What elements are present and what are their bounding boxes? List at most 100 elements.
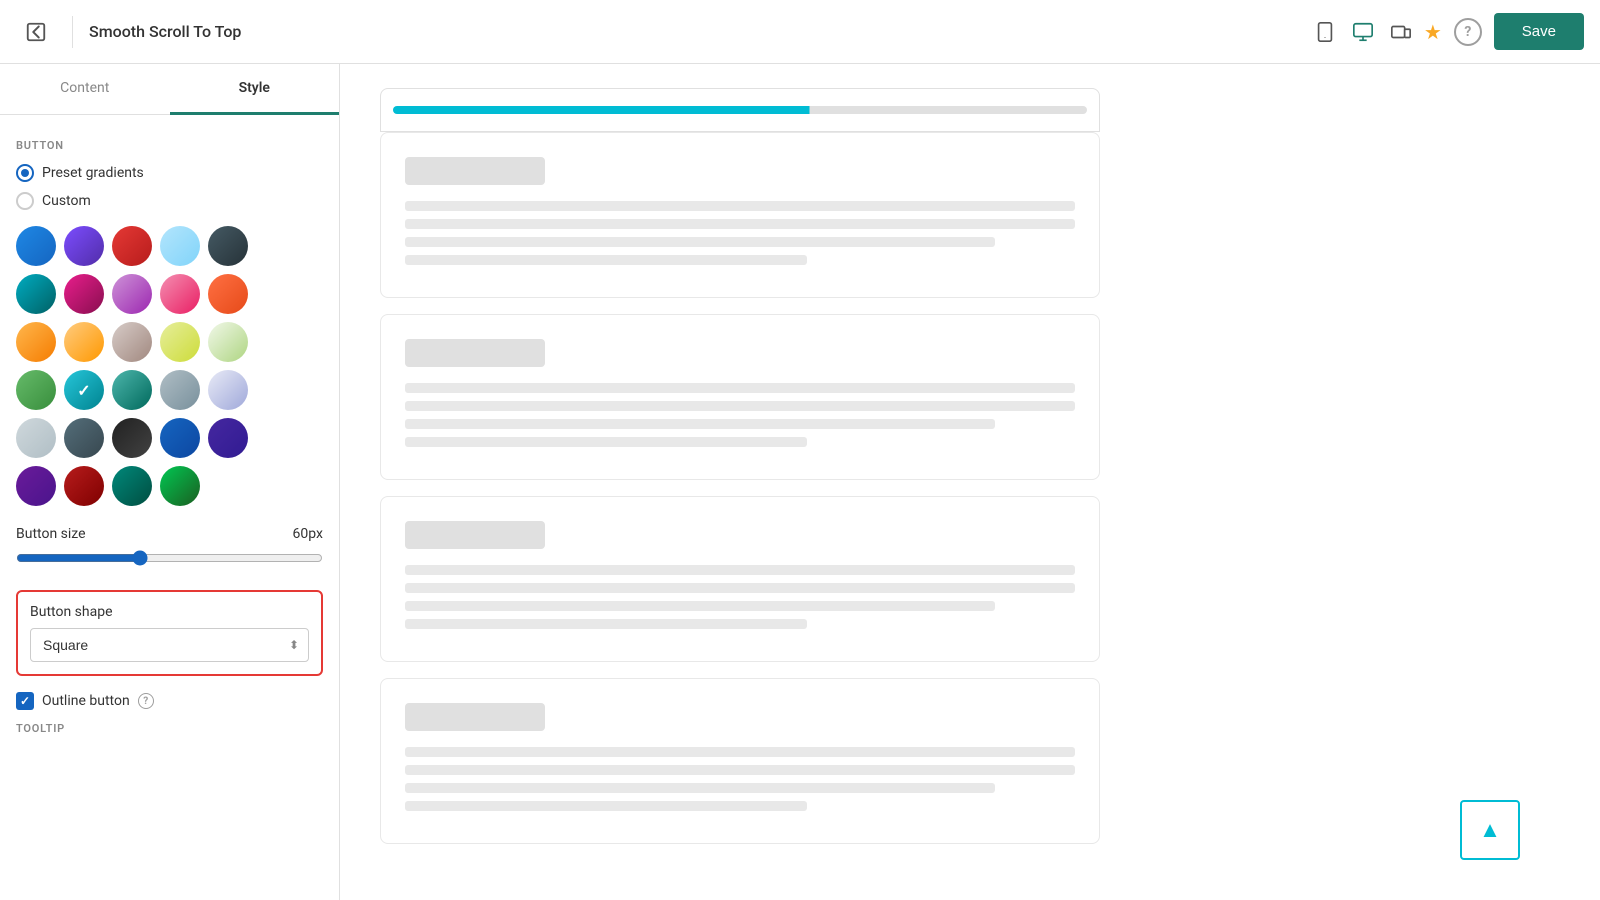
save-button[interactable]: Save [1494,13,1584,50]
button-shape-select-wrapper: Square Rounded Circle ⬍ [30,628,309,662]
color-swatch-20[interactable] [208,370,248,410]
button-shape-label: Button shape [30,604,309,620]
skeleton-line-2-1 [405,583,1075,593]
skeleton-line-1-0 [405,383,1075,393]
back-button[interactable] [16,12,56,52]
color-swatch-2[interactable] [64,226,104,266]
topbar: Smooth Scroll To Top ★ ? Save [0,0,1600,64]
color-swatch-16[interactable] [16,370,56,410]
topbar-right-actions: ★ ? Save [1424,13,1584,50]
color-swatch-9[interactable] [160,274,200,314]
help-icon[interactable]: ? [1454,18,1482,46]
color-swatch-17[interactable] [64,370,104,410]
color-swatch-7[interactable] [64,274,104,314]
color-swatch-18[interactable] [112,370,152,410]
radio-preset-label: Preset gradients [42,165,144,181]
skeleton-title-0 [405,157,545,185]
color-swatch-23[interactable] [112,418,152,458]
skeleton-line-3-2 [405,783,995,793]
button-size-slider[interactable] [16,550,323,566]
color-swatch-19[interactable] [160,370,200,410]
color-swatch-10[interactable] [208,274,248,314]
color-swatch-6[interactable] [16,274,56,314]
skeleton-line-2-0 [405,565,1075,575]
sidebar: Content Style BUTTON Preset gradients Cu… [0,64,340,900]
skeleton-line-0-2 [405,237,995,247]
button-shape-section: Button shape Square Rounded Circle ⬍ [16,590,323,676]
outline-button-info-icon[interactable]: ? [138,693,154,709]
device-toggle-group [1314,21,1412,43]
main-preview: ▲ [340,64,1600,900]
skeleton-line-0-3 [405,255,807,265]
skeleton-line-1-1 [405,401,1075,411]
color-swatch-grid [16,226,323,506]
skeleton-title-1 [405,339,545,367]
radio-preset-indicator [16,164,34,182]
radio-custom[interactable]: Custom [16,192,323,210]
button-size-label: Button size [16,526,86,542]
color-swatch-11[interactable] [16,322,56,362]
tab-content[interactable]: Content [0,64,170,115]
color-swatch-21[interactable] [16,418,56,458]
skeleton-line-2-3 [405,619,807,629]
star-icon[interactable]: ★ [1424,20,1442,44]
outline-button-checkbox[interactable] [16,692,34,710]
skeleton-line-3-0 [405,747,1075,757]
preview-progress-bar [393,106,1087,114]
color-swatch-25[interactable] [208,418,248,458]
skeleton-title-2 [405,521,545,549]
skeleton-line-0-0 [405,201,1075,211]
preview-wrapper [380,88,1560,860]
color-swatch-5[interactable] [208,226,248,266]
tab-style[interactable]: Style [170,64,340,115]
skeleton-line-3-1 [405,765,1075,775]
color-swatch-14[interactable] [160,322,200,362]
skeleton-line-1-3 [405,437,807,447]
color-swatch-26[interactable] [16,466,56,506]
button-size-value: 60px [293,526,323,542]
main-layout: Content Style BUTTON Preset gradients Cu… [0,64,1600,900]
radio-custom-label: Custom [42,193,91,209]
preview-card-3 [380,678,1100,844]
color-swatch-22[interactable] [64,418,104,458]
radio-preset[interactable]: Preset gradients [16,164,323,182]
tablet-icon[interactable] [1314,21,1336,43]
radio-custom-indicator [16,192,34,210]
desktop-icon[interactable] [1352,21,1374,43]
outline-button-row: Outline button ? [16,692,323,710]
skeleton-line-1-2 [405,419,995,429]
preview-cards [380,132,1560,860]
color-swatch-13[interactable] [112,322,152,362]
topbar-divider [72,16,73,48]
sidebar-content: BUTTON Preset gradients Custom Button si… [0,115,339,763]
color-swatch-4[interactable] [160,226,200,266]
outline-button-label: Outline button [42,693,130,709]
skeleton-line-3-3 [405,801,807,811]
color-swatch-27[interactable] [64,466,104,506]
button-section-label: BUTTON [16,139,323,152]
scroll-to-top-button[interactable]: ▲ [1460,800,1520,860]
scroll-up-icon: ▲ [1479,817,1501,843]
responsive-icon[interactable] [1390,21,1412,43]
color-swatch-24[interactable] [160,418,200,458]
preview-url-bar [380,88,1100,132]
button-shape-select[interactable]: Square Rounded Circle [30,628,309,662]
color-swatch-1[interactable] [16,226,56,266]
page-title: Smooth Scroll To Top [89,22,1302,41]
skeleton-line-2-2 [405,601,995,611]
preview-card-1 [380,314,1100,480]
button-size-section: Button size 60px [16,526,323,570]
color-swatch-28[interactable] [112,466,152,506]
skeleton-title-3 [405,703,545,731]
preview-card-2 [380,496,1100,662]
color-swatch-29[interactable] [160,466,200,506]
preview-card-0 [380,132,1100,298]
color-swatch-8[interactable] [112,274,152,314]
color-swatch-3[interactable] [112,226,152,266]
color-swatch-15[interactable] [208,322,248,362]
sidebar-tabs: Content Style [0,64,339,115]
tooltip-section-label: TOOLTIP [16,722,323,735]
gradient-radio-group: Preset gradients Custom [16,164,323,210]
skeleton-line-0-1 [405,219,1075,229]
color-swatch-12[interactable] [64,322,104,362]
